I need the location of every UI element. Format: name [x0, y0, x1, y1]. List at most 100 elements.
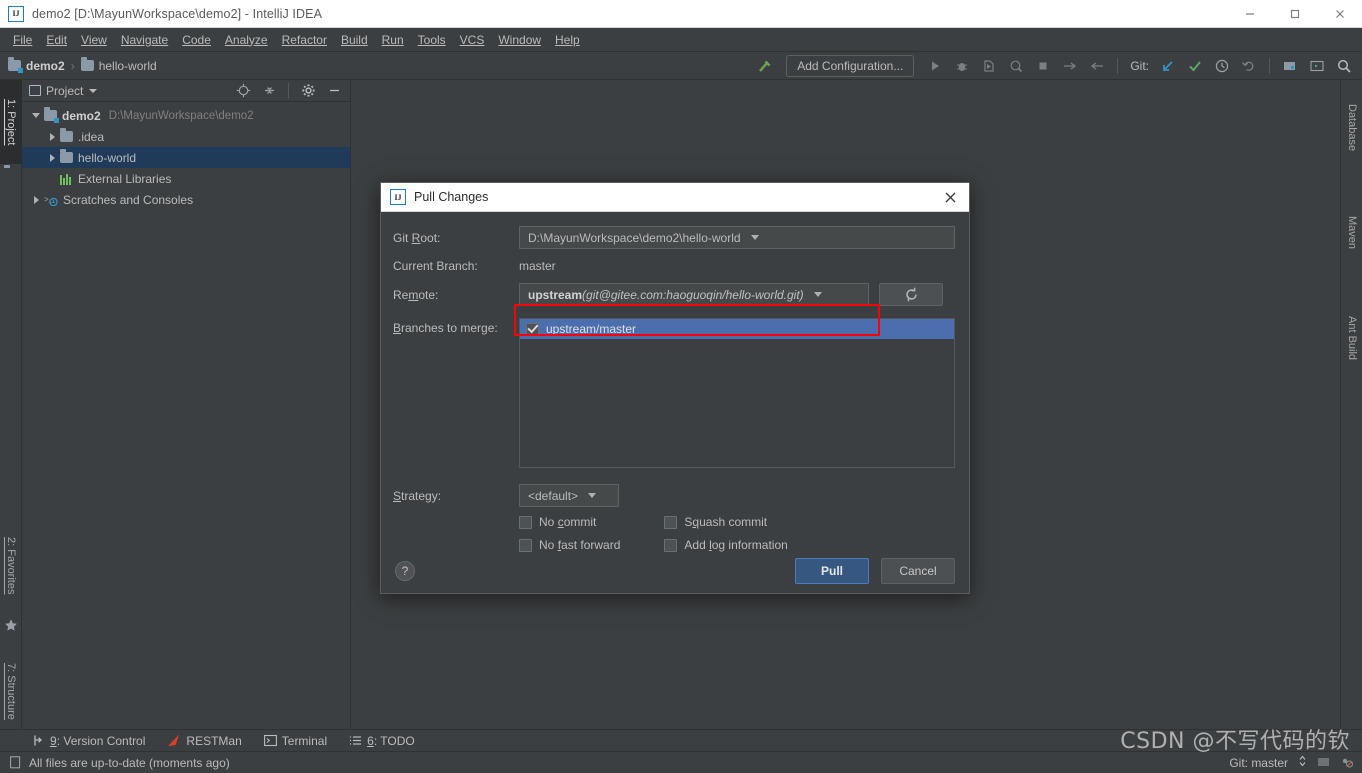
sidebar-item-favorites[interactable]: 2: Favorites [0, 520, 22, 612]
intellij-idea-window: IJ demo2 [D:\MayunWorkspace\demo2] - Int… [0, 0, 1362, 773]
locate-file-icon[interactable] [231, 80, 255, 102]
no-commit-checkbox[interactable]: No commit [519, 515, 620, 529]
list-item[interactable]: upstream/master [520, 319, 954, 339]
status-bar: All files are up-to-date (moments ago) G… [0, 751, 1362, 773]
bottom-tab-restman[interactable]: RESTMan [167, 734, 242, 748]
squash-commit-checkbox[interactable]: Squash commit [664, 515, 787, 529]
remote-label: Remote: [393, 287, 439, 302]
menu-file[interactable]: File [6, 31, 39, 49]
sidebar-item-ant-build[interactable]: Ant Build [1341, 295, 1362, 381]
tree-row[interactable]: External Libraries [22, 168, 350, 189]
status-notifications-icon[interactable] [1340, 755, 1354, 771]
branch-updown-icon[interactable] [1298, 755, 1307, 770]
branch-label: upstream/master [546, 322, 637, 336]
forward-arrow-icon[interactable] [1058, 55, 1082, 77]
menu-analyze[interactable]: Analyze [218, 31, 275, 49]
menu-edit[interactable]: Edit [39, 31, 74, 49]
tree-row[interactable]: demo2 D:\MayunWorkspace\demo2 [22, 105, 350, 126]
dialog-body: Git Root: D:\MayunWorkspace\demo2\hello-… [381, 212, 969, 595]
collapse-all-icon[interactable] [257, 80, 281, 102]
menu-help[interactable]: Help [548, 31, 587, 49]
remote-url: (git@gitee.com:haoguoqin/hello-world.git… [582, 287, 804, 302]
tree-item-label: demo2 [62, 108, 101, 123]
tree-item-label: Scratches and Consoles [63, 192, 194, 207]
profiler-icon[interactable] [1004, 55, 1028, 77]
minimize-button[interactable] [1227, 0, 1272, 28]
git-rollback-icon[interactable] [1237, 55, 1261, 77]
tree-row[interactable]: .idea [22, 126, 350, 147]
git-root-row: Git Root: D:\MayunWorkspace\demo2\hello-… [393, 226, 955, 249]
run-with-coverage-icon[interactable] [977, 55, 1001, 77]
add-configuration-button[interactable]: Add Configuration... [786, 54, 915, 77]
menu-refactor[interactable]: Refactor [275, 31, 334, 49]
menu-code[interactable]: Code [175, 31, 218, 49]
folder-icon [80, 57, 94, 71]
star-icon [4, 618, 18, 632]
git-root-label: Git Root: [393, 230, 441, 245]
dialog-close-button[interactable] [937, 184, 963, 210]
sidebar-item-project[interactable]: 1: Project [0, 80, 22, 164]
expand-arrow-icon[interactable] [44, 153, 60, 162]
git-history-icon[interactable] [1210, 55, 1234, 77]
branches-list[interactable]: upstream/master [519, 318, 955, 468]
breadcrumb-hello-world[interactable]: hello-world [80, 57, 157, 73]
expand-arrow-icon[interactable] [28, 113, 44, 118]
hide-panel-icon[interactable] [322, 80, 346, 102]
menu-build[interactable]: Build [334, 31, 375, 49]
squash-commit-label: Squash commit [684, 515, 768, 529]
pull-changes-dialog: IJ Pull Changes Git Root: D:\MayunWorksp… [380, 182, 970, 594]
main-toolbar: Add Configuration... Git: [753, 54, 1362, 77]
window-titlebar: IJ demo2 [D:\MayunWorkspace\demo2] - Int… [0, 0, 1362, 28]
project-structure-icon[interactable] [1278, 55, 1302, 77]
menu-run[interactable]: Run [375, 31, 411, 49]
expand-arrow-icon[interactable] [44, 132, 60, 141]
sidebar-item-database[interactable]: Database [1341, 84, 1362, 172]
refresh-remotes-button[interactable] [879, 283, 943, 306]
gear-icon[interactable] [296, 80, 320, 102]
git-update-project-icon[interactable] [1156, 55, 1180, 77]
current-branch-row: Current Branch: master [393, 259, 955, 273]
tree-row[interactable]: hello-world [22, 147, 350, 168]
bottom-tab-terminal[interactable]: Terminal [263, 734, 327, 748]
menu-navigate[interactable]: Navigate [114, 31, 175, 49]
bottom-tab-version-control[interactable]: 9: Version Control [32, 734, 145, 748]
search-everywhere-icon[interactable] [1332, 55, 1356, 77]
sidebar-item-structure[interactable]: 7: Structure [0, 645, 22, 737]
status-git-branch[interactable]: Git: master [1229, 756, 1288, 770]
strategy-combobox[interactable]: <default> [519, 484, 619, 507]
remote-combobox[interactable]: upstream (git@gitee.com:haoguoqin/hello-w… [519, 283, 869, 306]
close-button[interactable] [1317, 0, 1362, 28]
stop-icon[interactable] [1031, 55, 1055, 77]
menu-view[interactable]: View [74, 31, 114, 49]
dialog-footer: ? Pull Cancel [381, 547, 969, 595]
maximize-button[interactable] [1272, 0, 1317, 28]
branch-checkbox[interactable] [526, 322, 539, 336]
run-icon[interactable] [923, 55, 947, 77]
git-root-combobox[interactable]: D:\MayunWorkspace\demo2\hello-world [519, 226, 955, 249]
bottom-tab-todo[interactable]: 6: TODO [349, 734, 415, 748]
menu-window[interactable]: Window [491, 31, 548, 49]
pull-button[interactable]: Pull [795, 558, 869, 584]
tree-item-label: External Libraries [78, 171, 172, 186]
git-commit-icon[interactable] [1183, 55, 1207, 77]
project-panel-title: Project [46, 83, 84, 98]
menu-vcs[interactable]: VCS [453, 31, 492, 49]
expand-arrow-icon[interactable] [28, 195, 44, 204]
menu-tools[interactable]: Tools [411, 31, 453, 49]
folder-icon [60, 128, 73, 142]
terminal-toggle-icon[interactable] [1305, 55, 1329, 77]
breadcrumb-demo2[interactable]: demo2 [8, 57, 65, 73]
dialog-action-buttons: Pull Cancel [795, 558, 955, 584]
debug-icon[interactable] [950, 55, 974, 77]
cancel-button[interactable]: Cancel [881, 558, 955, 584]
branch-icon [34, 735, 42, 746]
build-hammer-icon[interactable] [753, 55, 777, 77]
back-arrow-icon[interactable] [1085, 55, 1109, 77]
chevron-down-icon[interactable] [89, 88, 98, 93]
status-memory-icon[interactable] [1317, 755, 1330, 771]
help-button[interactable]: ? [395, 561, 415, 581]
tree-row[interactable]: >_ Scratches and Consoles [22, 189, 350, 210]
sidebar-item-maven[interactable]: Maven [1341, 198, 1362, 268]
checkbox-box [664, 515, 678, 529]
add-configuration-label: Add Configuration... [797, 58, 904, 73]
